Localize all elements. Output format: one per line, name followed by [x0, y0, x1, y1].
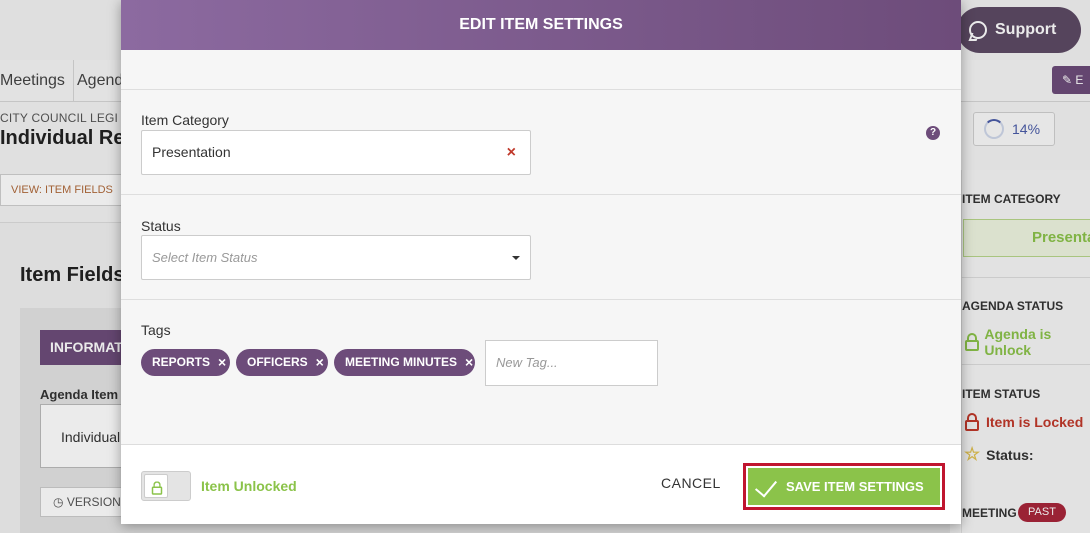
remove-tag-icon[interactable]: ×: [218, 349, 226, 376]
tag-label: REPORTS: [152, 355, 211, 369]
tag-chip: MEETING MINUTES ×: [334, 349, 475, 376]
item-category-field[interactable]: Presentation ×: [141, 130, 531, 175]
save-label: SAVE ITEM SETTINGS: [786, 479, 924, 494]
edit-item-settings-modal: EDIT ITEM SETTINGS Item Category Present…: [121, 0, 961, 524]
tag-chip: OFFICERS ×: [236, 349, 328, 376]
tag-label: OFFICERS: [247, 355, 308, 369]
check-icon: [754, 474, 778, 498]
lock-toggle[interactable]: [141, 471, 191, 501]
remove-tag-icon[interactable]: ×: [465, 349, 473, 376]
modal-footer: Item Unlocked CANCEL SAVE ITEM SETTINGS: [121, 444, 961, 524]
help-icon[interactable]: ?: [926, 126, 940, 140]
save-button-highlight: SAVE ITEM SETTINGS: [743, 463, 945, 510]
modal-title: EDIT ITEM SETTINGS: [121, 0, 961, 50]
clear-icon[interactable]: ×: [507, 131, 516, 174]
lock-status-label: Item Unlocked: [201, 478, 297, 494]
toggle-knob: [144, 474, 168, 498]
tag-chip: REPORTS ×: [141, 349, 230, 376]
new-tag-input[interactable]: New Tag...: [485, 340, 658, 386]
unlock-icon: [151, 481, 163, 495]
chevron-down-icon: [512, 256, 520, 260]
status-placeholder: Select Item Status: [152, 250, 258, 265]
item-category-value: Presentation: [152, 144, 231, 160]
item-category-label: Item Category: [141, 112, 229, 128]
tags-label: Tags: [141, 322, 171, 338]
remove-tag-icon[interactable]: ×: [316, 349, 324, 376]
item-category-section: Item Category Presentation ×: [121, 89, 961, 194]
status-section: Status Select Item Status: [121, 194, 961, 299]
cancel-button[interactable]: CANCEL: [661, 475, 721, 491]
save-item-settings-button[interactable]: SAVE ITEM SETTINGS: [748, 468, 940, 505]
status-select[interactable]: Select Item Status: [141, 235, 531, 280]
status-label: Status: [141, 218, 181, 234]
tag-label: MEETING MINUTES: [345, 355, 458, 369]
